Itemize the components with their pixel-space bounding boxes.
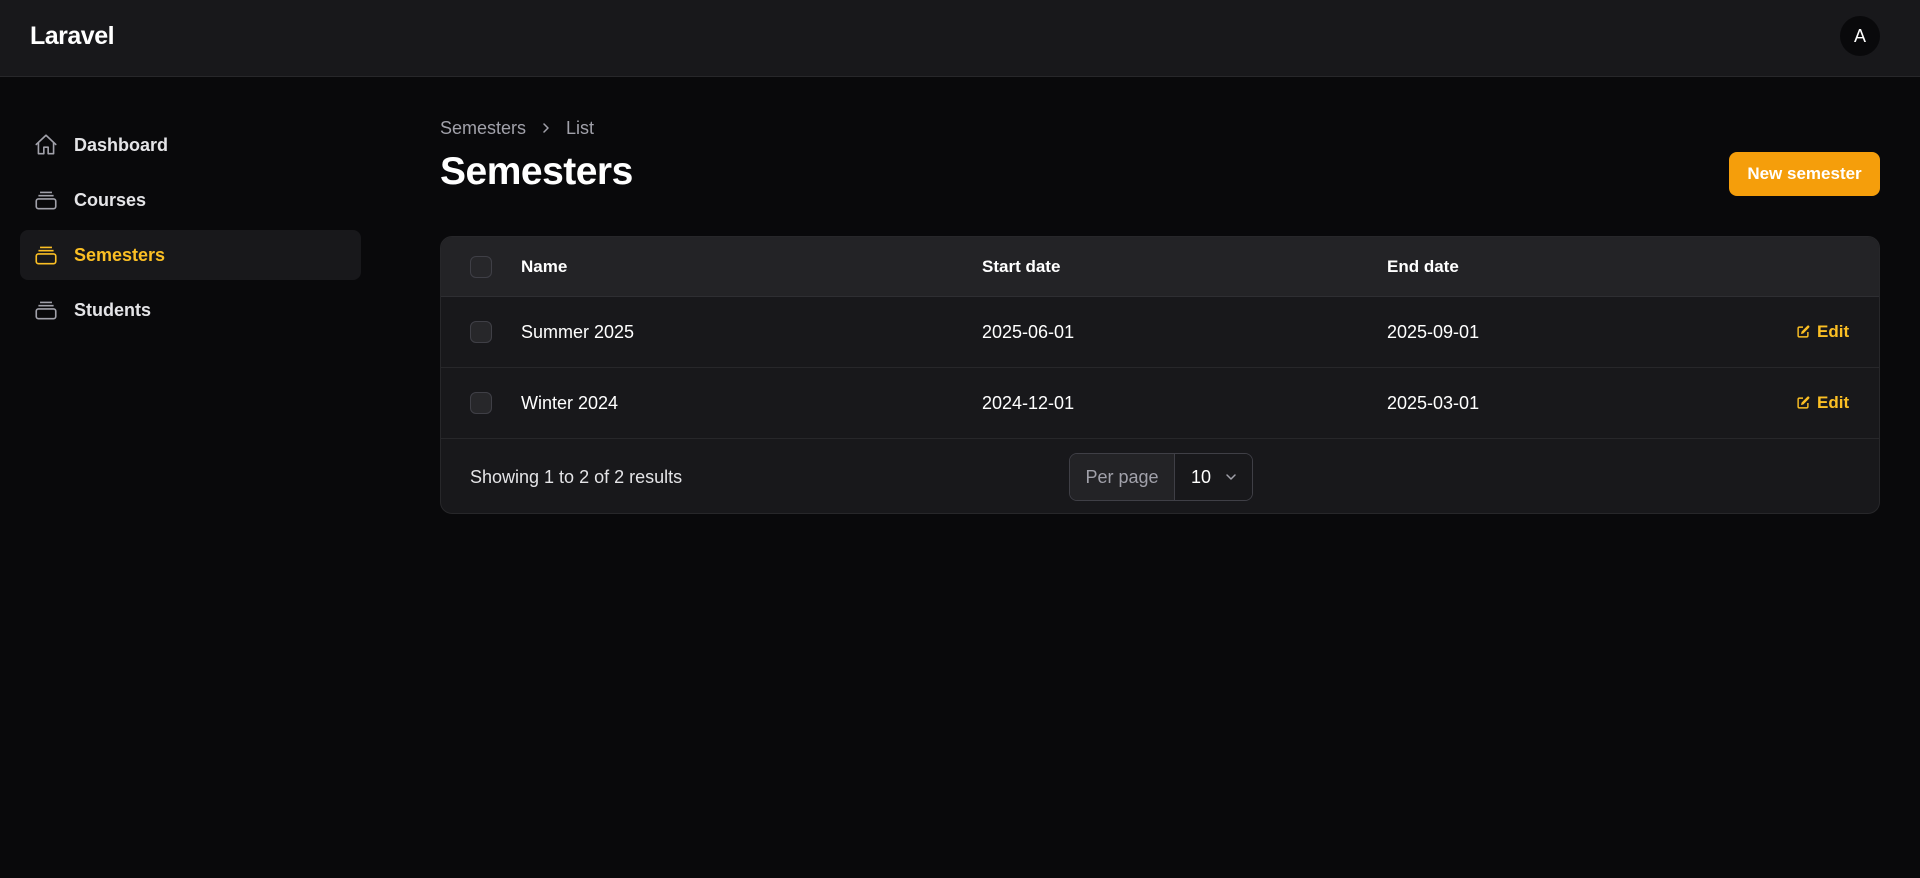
cell-end-date: 2025-03-01 xyxy=(1387,392,1480,413)
breadcrumb-item-list: List xyxy=(566,117,595,138)
rectangle-stack-icon xyxy=(32,241,60,269)
cell-start-date: 2024-12-01 xyxy=(982,392,1075,413)
breadcrumb: Semesters List xyxy=(440,117,594,139)
sidebar-item-label: Dashboard xyxy=(74,134,169,155)
sidebar-item-students[interactable]: Students xyxy=(20,285,361,335)
chevron-right-icon xyxy=(540,122,552,134)
column-header-start-date[interactable]: Start date xyxy=(982,237,1060,296)
per-page-value: 10 xyxy=(1191,466,1212,487)
cell-name: Winter 2024 xyxy=(521,392,619,413)
cell-name: Summer 2025 xyxy=(521,321,635,342)
pencil-square-icon xyxy=(1795,324,1811,340)
table-footer: Showing 1 to 2 of 2 results Per page 10 xyxy=(441,439,1879,513)
cell-end-date: 2025-09-01 xyxy=(1387,321,1480,342)
top-bar: Laravel A xyxy=(0,0,1920,77)
column-header-end-date[interactable]: End date xyxy=(1387,237,1459,296)
rectangle-stack-icon xyxy=(32,186,60,214)
row-checkbox[interactable] xyxy=(470,321,492,343)
pencil-square-icon xyxy=(1795,395,1811,411)
table-row[interactable]: Summer 2025 2025-06-01 2025-09-01 Edit xyxy=(441,297,1879,368)
sidebar-item-label: Students xyxy=(74,299,152,320)
user-avatar[interactable]: A xyxy=(1840,16,1880,56)
edit-link[interactable]: Edit xyxy=(1795,322,1849,342)
sidebar-item-dashboard[interactable]: Dashboard xyxy=(20,120,361,170)
edit-link[interactable]: Edit xyxy=(1795,393,1849,413)
sidebar-item-semesters[interactable]: Semesters xyxy=(20,230,361,280)
brand-logo[interactable]: Laravel xyxy=(30,22,115,51)
column-header-name[interactable]: Name xyxy=(521,237,567,296)
sidebar: Dashboard Courses Semesters Students xyxy=(20,120,361,340)
edit-label: Edit xyxy=(1817,322,1850,341)
sidebar-item-courses[interactable]: Courses xyxy=(20,175,361,225)
home-icon xyxy=(32,131,60,159)
new-semester-button[interactable]: New semester xyxy=(1729,152,1880,196)
per-page-control: Per page 10 xyxy=(1069,453,1253,501)
row-checkbox[interactable] xyxy=(470,392,492,414)
page-title: Semesters xyxy=(440,150,633,193)
per-page-select[interactable]: 10 xyxy=(1175,454,1252,500)
sidebar-item-label: Courses xyxy=(74,189,147,210)
breadcrumb-item-semesters[interactable]: Semesters xyxy=(440,118,526,139)
edit-label: Edit xyxy=(1817,393,1850,412)
per-page-label: Per page xyxy=(1070,454,1175,500)
chevron-down-icon xyxy=(1225,471,1237,483)
pagination-summary: Showing 1 to 2 of 2 results xyxy=(470,466,683,487)
cell-start-date: 2025-06-01 xyxy=(982,321,1075,342)
select-all-checkbox[interactable] xyxy=(470,255,492,278)
table-header: Name Start date End date xyxy=(441,237,1879,297)
rectangle-stack-icon xyxy=(32,296,60,324)
semesters-table: Name Start date End date Summer 2025 202… xyxy=(440,236,1880,514)
table-row[interactable]: Winter 2024 2024-12-01 2025-03-01 Edit xyxy=(441,368,1879,439)
sidebar-item-label: Semesters xyxy=(74,244,166,265)
